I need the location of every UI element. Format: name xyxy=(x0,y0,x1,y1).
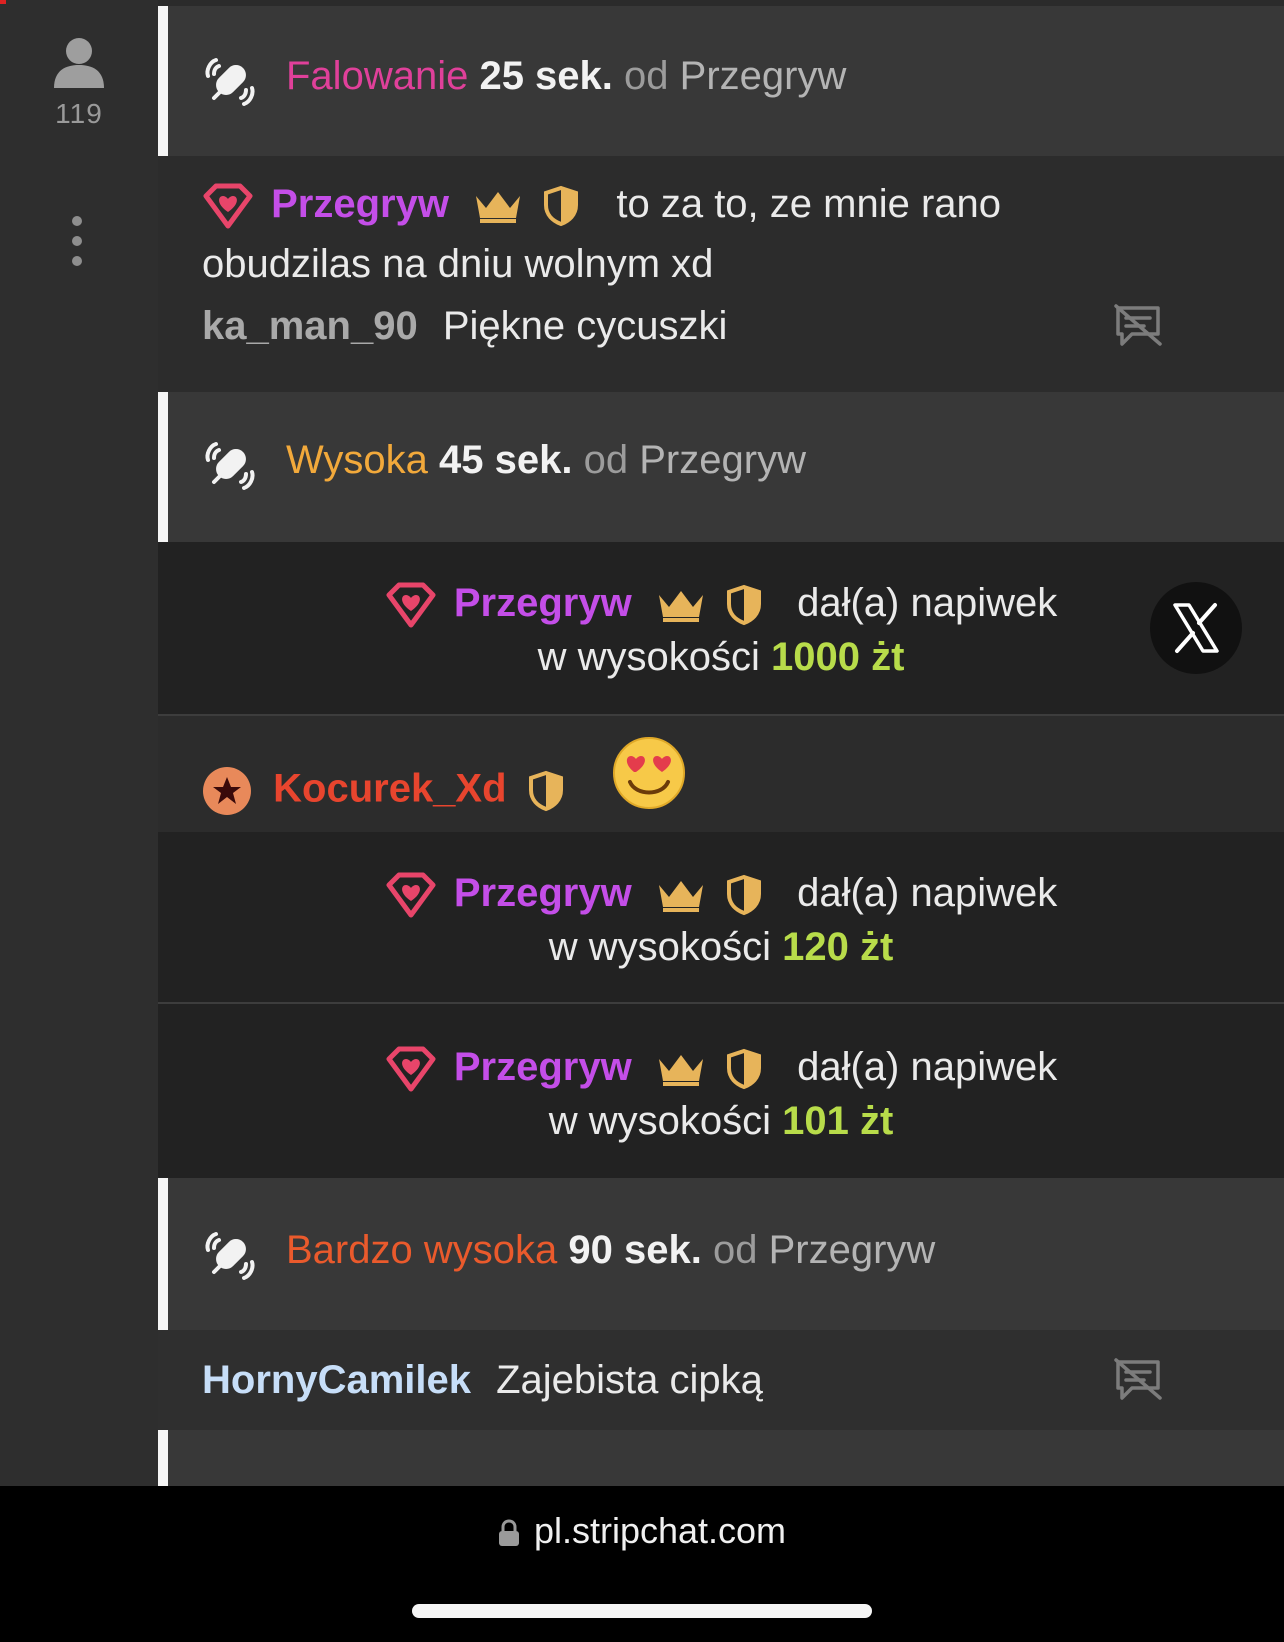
from-user[interactable]: Przegryw xyxy=(769,1228,936,1272)
vibration-event: Bardzo wysoka 90 sek. od Przegryw xyxy=(158,1178,1284,1330)
message-text: obudzilas na dniu wolnym xd xyxy=(202,242,714,286)
from-user[interactable]: Przegryw xyxy=(680,54,847,98)
heart-eyes-emoji xyxy=(613,737,685,809)
from-word: od xyxy=(583,438,629,482)
from-user[interactable]: Przegryw xyxy=(639,438,806,482)
tip-amount: 1000 żt xyxy=(770,635,905,679)
tip-event: Przegryw dał(a) napiwek w wysokości 120 … xyxy=(158,832,1284,1004)
tip-prefix: w wysokości xyxy=(537,635,760,679)
more-vertical-icon[interactable] xyxy=(70,216,84,266)
chat-message: Kocurek_Xd xyxy=(202,766,564,816)
chat-message: Przegryw to za to, ze mnie rano obudzila… xyxy=(202,174,1242,294)
tip-event: Przegryw dał(a) napiwek w wysokości 1000… xyxy=(158,542,1284,716)
vibration-level: Falowanie xyxy=(286,54,469,98)
vibrator-icon xyxy=(205,1232,255,1280)
lock-icon xyxy=(498,1519,519,1547)
crown-icon xyxy=(658,591,703,623)
shield-icon xyxy=(726,875,761,916)
username[interactable]: Przegryw xyxy=(454,1045,632,1089)
shield-icon xyxy=(544,186,579,227)
accent-bar xyxy=(158,6,168,156)
chat-message: ka_man_90 Piękne cycuszki xyxy=(202,304,727,349)
user-icon[interactable] xyxy=(52,36,106,90)
tip-amount: 120 żt xyxy=(782,925,894,969)
accent-bar xyxy=(158,1178,168,1330)
shield-icon xyxy=(726,1049,761,1090)
hide-message-icon[interactable] xyxy=(1112,302,1164,348)
vibration-text: Bardzo wysoka 90 sek. od Przegryw xyxy=(286,1228,935,1273)
tip-text: Przegryw dał(a) napiwek w wysokości 101 … xyxy=(158,1040,1284,1148)
diamond-heart-icon xyxy=(386,582,436,628)
username[interactable]: ka_man_90 xyxy=(202,304,418,348)
tip-prefix: w wysokości xyxy=(548,925,771,969)
tip-action: dał(a) napiwek xyxy=(797,581,1058,625)
tip-amount: 101 żt xyxy=(782,1099,894,1143)
shield-icon xyxy=(726,585,761,626)
message-text: to za to, ze mnie rano xyxy=(616,182,1002,226)
username[interactable]: Przegryw xyxy=(271,182,449,226)
vibration-duration: 25 sek. xyxy=(479,54,613,98)
tip-text: Przegryw dał(a) napiwek w wysokości 1000… xyxy=(158,576,1284,684)
diamond-heart-icon xyxy=(203,183,253,229)
vibration-event: Wysoka 45 sek. od Przegryw xyxy=(158,392,1284,542)
accent-bar xyxy=(158,1430,168,1486)
message-text: Zajebista cipką xyxy=(496,1358,763,1402)
left-rail: 119 xyxy=(0,0,158,1486)
red-indicator xyxy=(0,0,6,4)
username[interactable]: Kocurek_Xd xyxy=(273,767,506,811)
vibration-level: Bardzo wysoka xyxy=(286,1228,558,1272)
vibration-level: Wysoka xyxy=(286,438,428,482)
vibration-event xyxy=(158,1430,1284,1486)
username[interactable]: Przegryw xyxy=(454,871,632,915)
username[interactable]: HornyCamilek xyxy=(202,1358,471,1402)
crown-icon xyxy=(658,1055,703,1087)
tip-text: Przegryw dał(a) napiwek w wysokości 120 … xyxy=(158,866,1284,974)
crown-icon xyxy=(476,192,521,224)
accent-bar xyxy=(158,392,168,542)
vibrator-icon xyxy=(205,442,255,490)
stripchat-chat-screen: 119 Falowanie 25 sek. od Przegryw Przegr… xyxy=(0,0,1284,1642)
crown-icon xyxy=(658,881,703,913)
chat-message-block: Przegryw to za to, ze mnie rano obudzila… xyxy=(158,156,1284,392)
home-indicator[interactable] xyxy=(412,1604,872,1618)
vibration-text: Falowanie 25 sek. od Przegryw xyxy=(286,54,846,99)
viewer-count: 119 xyxy=(55,98,103,129)
shield-icon xyxy=(528,770,563,812)
hide-message-icon[interactable] xyxy=(1112,1356,1164,1402)
diamond-heart-icon xyxy=(386,1046,436,1092)
vibration-text: Wysoka 45 sek. od Przegryw xyxy=(286,438,806,483)
star-badge-icon xyxy=(203,767,251,815)
tip-action: dał(a) napiwek xyxy=(797,1045,1058,1089)
tip-action: dał(a) napiwek xyxy=(797,871,1058,915)
browser-address-bar: pl.stripchat.com xyxy=(0,1486,1284,1642)
from-word: od xyxy=(624,54,669,98)
close-button[interactable] xyxy=(1150,582,1242,674)
chat-list[interactable]: Falowanie 25 sek. od Przegryw Przegryw t… xyxy=(158,0,1284,1486)
vibration-event: Falowanie 25 sek. od Przegryw xyxy=(158,6,1284,156)
vibrator-icon xyxy=(205,58,255,106)
message-text: Piękne cycuszki xyxy=(442,304,728,348)
tip-prefix: w wysokości xyxy=(548,1099,771,1143)
chat-message: HornyCamilek Zajebista cipką xyxy=(202,1358,763,1403)
diamond-heart-icon xyxy=(386,872,436,918)
vibration-duration: 90 sek. xyxy=(568,1228,702,1272)
url-display[interactable]: pl.stripchat.com xyxy=(0,1510,1284,1552)
close-icon xyxy=(1173,603,1219,653)
tip-event: Przegryw dał(a) napiwek w wysokości 101 … xyxy=(158,1004,1284,1178)
url-text: pl.stripchat.com xyxy=(533,1510,787,1551)
vibration-duration: 45 sek. xyxy=(439,438,573,482)
chat-message-block: Kocurek_Xd xyxy=(158,716,1284,832)
chat-message-block: HornyCamilek Zajebista cipką xyxy=(158,1330,1284,1430)
username[interactable]: Przegryw xyxy=(454,581,632,625)
from-word: od xyxy=(712,1228,758,1272)
